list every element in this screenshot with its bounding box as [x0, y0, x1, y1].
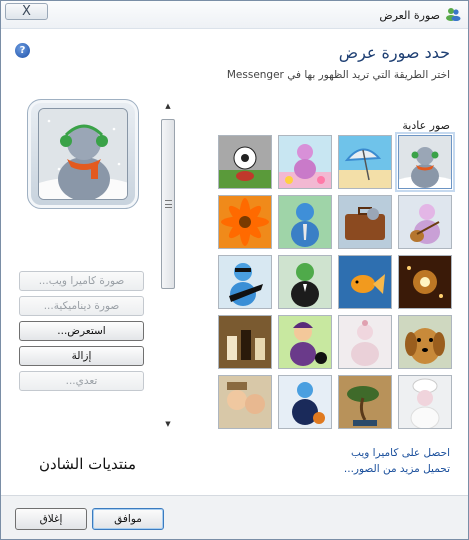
children-photo-icon	[219, 376, 271, 428]
remove-button[interactable]: إزالة	[19, 346, 144, 366]
picture-tile-suit-avatar[interactable]	[278, 255, 332, 309]
goldfish-icon	[339, 256, 391, 308]
picture-gallery	[214, 131, 458, 433]
window-title: صورة العرض	[379, 9, 440, 22]
close-dialog-button[interactable]: إغلاق	[15, 508, 87, 530]
cat-avatar-icon	[279, 316, 331, 368]
bonsai-icon	[339, 376, 391, 428]
page-title: حدد صورة عرض	[338, 43, 450, 62]
pink-avatar-icon	[339, 316, 391, 368]
webcam-picture-button[interactable]: صورة كاميرا ويب...	[19, 271, 144, 291]
picture-tile-tie-avatar[interactable]	[278, 195, 332, 249]
scroll-down-arrow-icon[interactable]: ▼	[163, 419, 173, 429]
browse-button[interactable]: استعرض...	[19, 321, 144, 341]
gallery-scrollbar[interactable]: ▲ ▼	[160, 99, 176, 431]
picture-tile-soccer[interactable]	[218, 135, 272, 189]
get-webcam-link[interactable]: احصل على كاميرا ويب	[351, 447, 450, 459]
scroll-up-arrow-icon[interactable]: ▲	[163, 101, 173, 111]
picture-tile-sparkles[interactable]	[398, 255, 452, 309]
more-pictures-link[interactable]: تحميل مزيد من الصور...	[344, 463, 450, 475]
current-picture-preview	[27, 99, 139, 209]
display-picture-dialog: X صورة العرض ? حدد صورة عرض اختر الطريقة…	[0, 0, 469, 540]
dynamic-picture-button[interactable]: صورة ديناميكية...	[19, 296, 144, 316]
picture-tile-goldfish[interactable]	[338, 255, 392, 309]
guitar-avatar-icon	[399, 196, 451, 248]
picture-tile-children[interactable]	[218, 375, 272, 429]
suit-avatar-icon	[279, 256, 331, 308]
orange-flower-icon	[219, 196, 271, 248]
rock-guitar-avatar-icon	[219, 256, 271, 308]
watermark-text: منتديات الشادن	[39, 455, 136, 473]
suitcase-avatar-icon	[339, 196, 391, 248]
picture-tile-pink-avatar[interactable]	[338, 315, 392, 369]
beach-umbrella-icon	[339, 136, 391, 188]
current-picture	[38, 108, 128, 200]
picture-tile-flower-avatar[interactable]	[278, 135, 332, 189]
picture-tile-snowman[interactable]	[395, 132, 455, 192]
picture-tile-rock-guitar[interactable]	[218, 255, 272, 309]
ok-button[interactable]: موافق	[92, 508, 164, 530]
picture-tile-puppy[interactable]	[398, 315, 452, 369]
picture-tile-orange-flower[interactable]	[218, 195, 272, 249]
tie-avatar-icon	[279, 196, 331, 248]
sparkles-icon	[399, 256, 451, 308]
scroll-thumb[interactable]	[161, 119, 175, 289]
picture-tile-beach[interactable]	[338, 135, 392, 189]
chess-icon	[219, 316, 271, 368]
messenger-icon	[446, 8, 461, 21]
snowman-avatar-icon	[399, 136, 451, 188]
picture-tile-chess[interactable]	[218, 315, 272, 369]
close-icon: X	[22, 4, 31, 19]
soccer-ball-icon	[219, 136, 271, 188]
picture-tile-bonsai[interactable]	[338, 375, 392, 429]
puppy-icon	[399, 316, 451, 368]
page-subtitle: اختر الطريقة التي تريد الظهور بها في Mes…	[226, 69, 450, 81]
picture-tile-guitar-avatar[interactable]	[398, 195, 452, 249]
picture-tile-cat-avatar[interactable]	[278, 315, 332, 369]
flower-avatar-icon	[279, 136, 331, 188]
help-icon[interactable]: ?	[15, 43, 30, 58]
edit-button[interactable]: تعدي...	[19, 371, 144, 391]
chef-avatar-icon	[399, 376, 451, 428]
picture-tile-basketball[interactable]	[278, 375, 332, 429]
snowman-avatar-icon	[39, 109, 127, 199]
basketball-avatar-icon	[279, 376, 331, 428]
picture-tile-suitcase[interactable]	[338, 195, 392, 249]
title-bar: X صورة العرض	[1, 1, 468, 29]
dialog-footer: إغلاق موافق	[1, 495, 468, 539]
close-button[interactable]: X	[5, 3, 48, 20]
picture-tile-chef-avatar[interactable]	[398, 375, 452, 429]
